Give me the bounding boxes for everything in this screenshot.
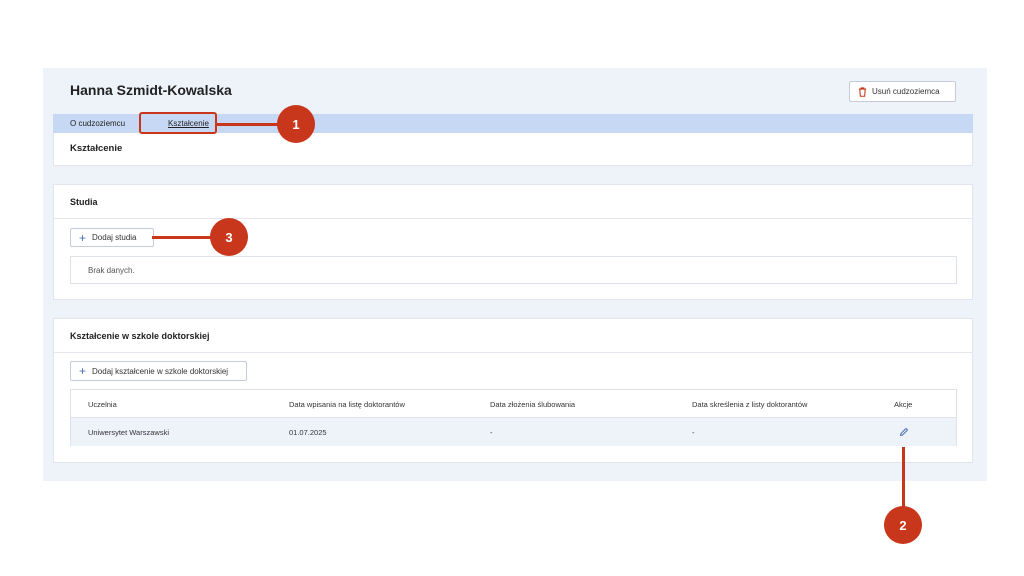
callout-3: 3 (210, 218, 248, 256)
studia-title: Studia (70, 197, 98, 207)
empty-state: Brak danych. (70, 256, 957, 284)
divider (54, 352, 972, 353)
table-cell: - (490, 427, 493, 437)
table-cell: Uniwersytet Warszawski (88, 427, 169, 437)
callout-2-line (902, 447, 905, 508)
doctoral-card: Kształcenie w szkole doktorskiej + Dodaj… (53, 318, 973, 463)
column-header: Uczelnia (88, 399, 117, 409)
delete-foreigner-button[interactable]: Usuń cudzoziemca (849, 81, 956, 102)
table-row: Uniwersytet Warszawski 01.07.2025 - - (71, 418, 956, 446)
table-cell: 01.07.2025 (289, 427, 327, 437)
add-studia-button[interactable]: + Dodaj studia (70, 228, 154, 247)
divider (54, 218, 972, 219)
page-title: Hanna Szmidt-Kowalska (70, 82, 232, 98)
tab-highlight (139, 112, 217, 134)
callout-1-line (217, 123, 279, 126)
studia-card: Studia + Dodaj studia Brak danych. (53, 184, 973, 300)
callout-3-line (152, 236, 212, 239)
doctoral-table: Uczelnia Data wpisania na listę doktoran… (70, 389, 957, 446)
add-doctoral-button[interactable]: + Dodaj kształcenie w szkole doktorskiej (70, 361, 247, 381)
edit-button[interactable] (899, 418, 909, 446)
column-header: Data skreślenia z listy doktorantów (692, 399, 808, 409)
column-header: Akcje (894, 399, 913, 409)
doctoral-title: Kształcenie w szkole doktorskiej (70, 331, 210, 341)
table-header: Uczelnia Data wpisania na listę doktoran… (71, 390, 956, 418)
trash-icon (858, 86, 867, 97)
callout-1: 1 (277, 105, 315, 143)
callout-2: 2 (884, 506, 922, 544)
add-studia-label: Dodaj studia (92, 233, 137, 242)
pencil-icon (899, 427, 909, 437)
plus-icon: + (79, 230, 87, 245)
column-header: Data złożenia ślubowania (490, 399, 576, 409)
column-header: Data wpisania na listę doktorantów (289, 399, 405, 409)
delete-foreigner-label: Usuń cudzoziemca (872, 87, 940, 96)
section-header: Kształcenie (53, 133, 973, 166)
plus-icon: + (79, 364, 87, 378)
add-doctoral-label: Dodaj kształcenie w szkole doktorskiej (92, 366, 229, 376)
table-cell: - (692, 427, 695, 437)
tab-o-cudzoziemcu[interactable]: O cudzoziemcu (70, 114, 125, 133)
section-title: Kształcenie (70, 143, 123, 154)
